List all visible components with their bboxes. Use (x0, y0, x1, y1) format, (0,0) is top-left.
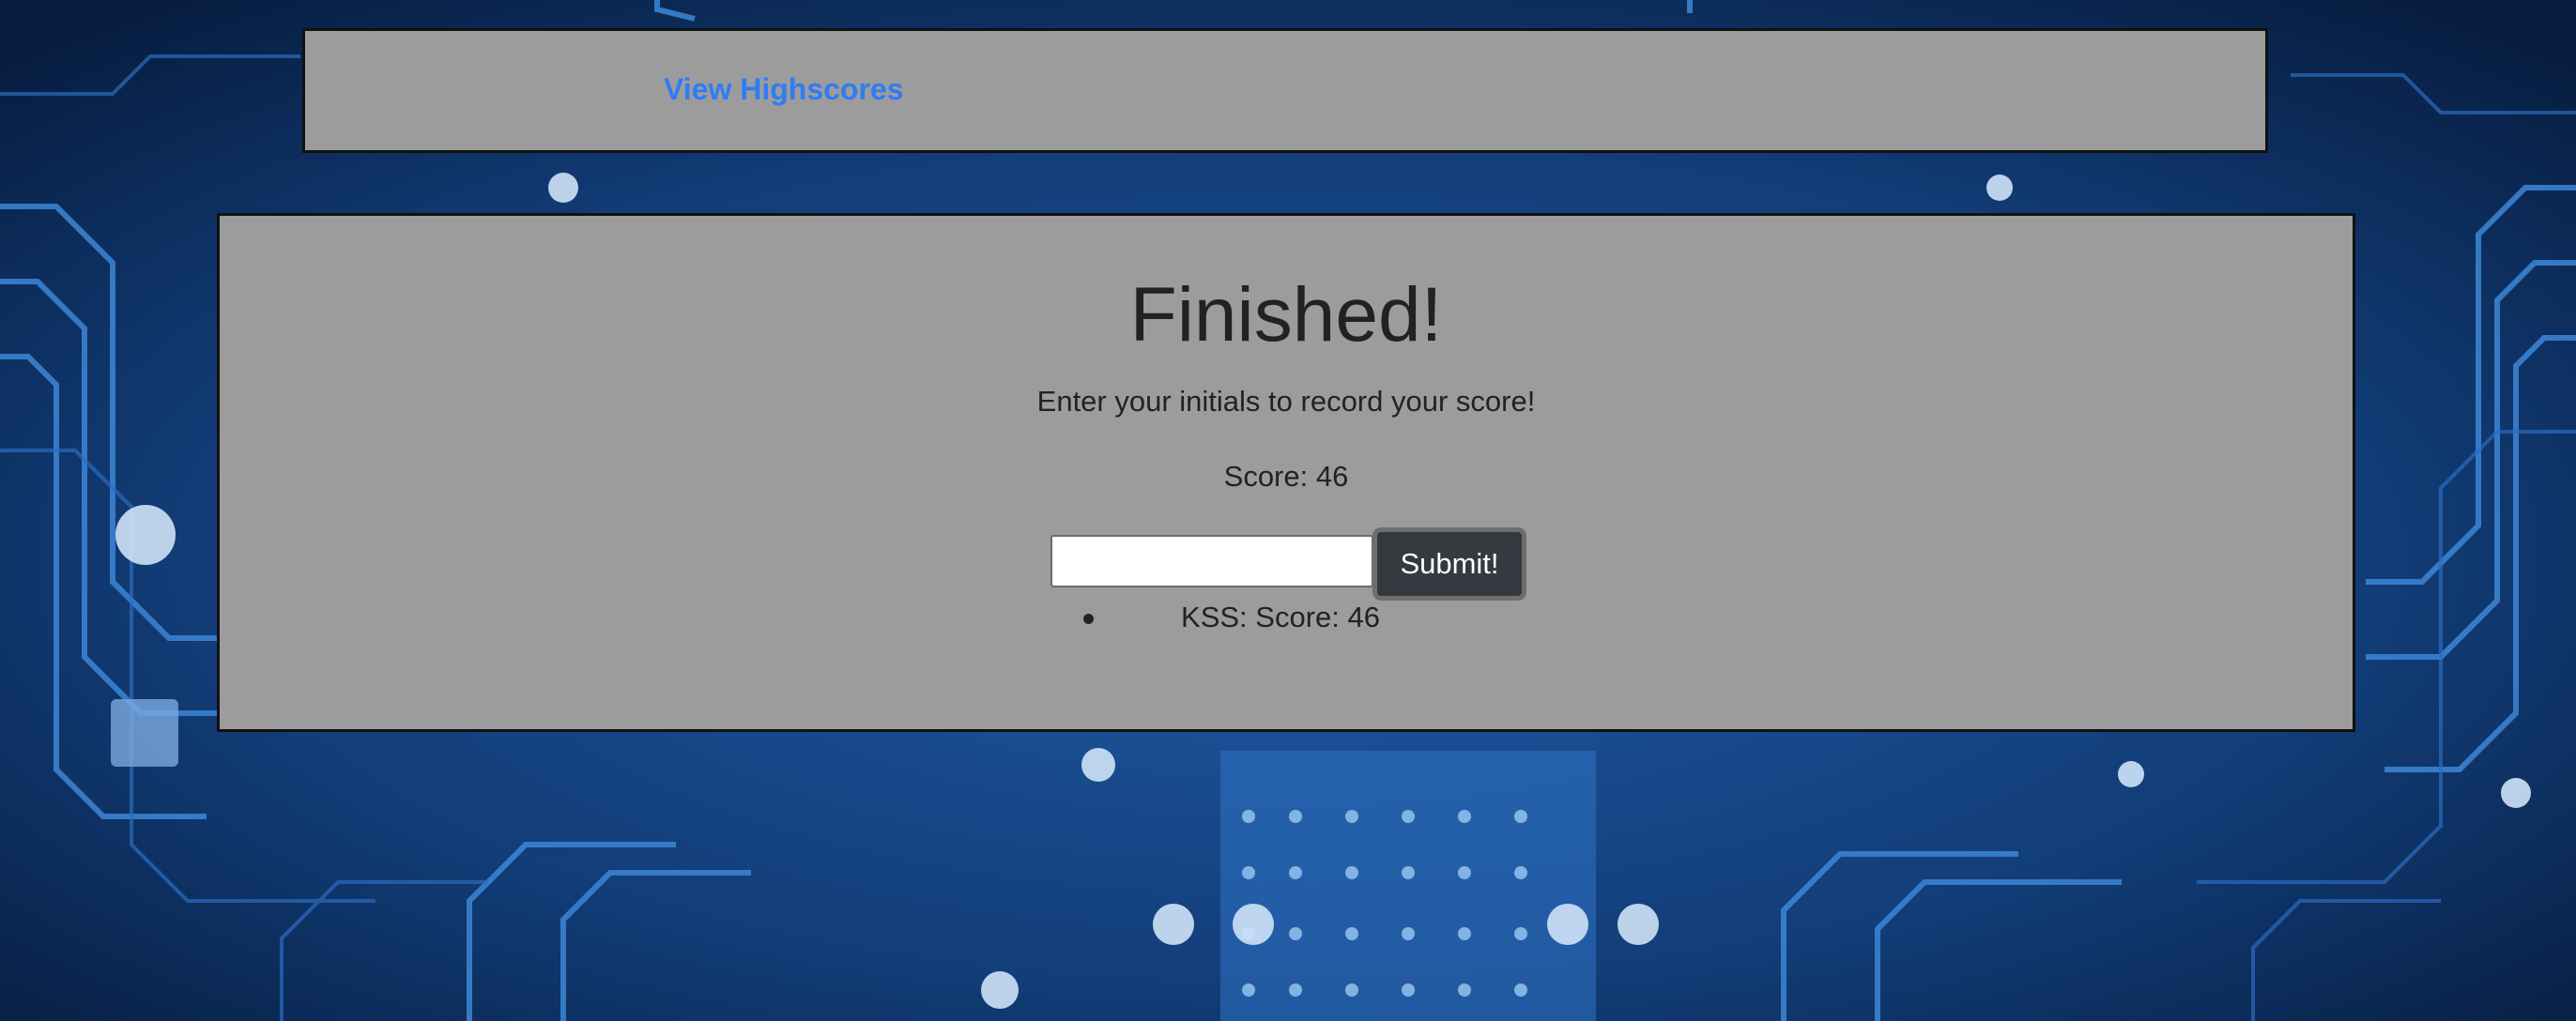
finished-panel: Finished! Enter your initials to record … (217, 213, 2355, 732)
initials-input[interactable] (1050, 535, 1373, 587)
final-score: Score: 46 (1223, 460, 1349, 493)
page-title: Finished! (1129, 272, 1443, 358)
instructions-text: Enter your initials to record your score… (1036, 385, 1536, 418)
top-nav-bar: View Highscores (302, 28, 2268, 153)
highscore-list-item: KSS: Score: 46 (1083, 601, 1478, 638)
view-highscores-link[interactable]: View Highscores (664, 74, 904, 104)
highscore-list: KSS: Score: 46 (1083, 601, 1478, 638)
highscore-entry-text: KSS: Score: 46 (1181, 601, 1380, 633)
submit-button[interactable]: Submit! (1372, 527, 1526, 601)
